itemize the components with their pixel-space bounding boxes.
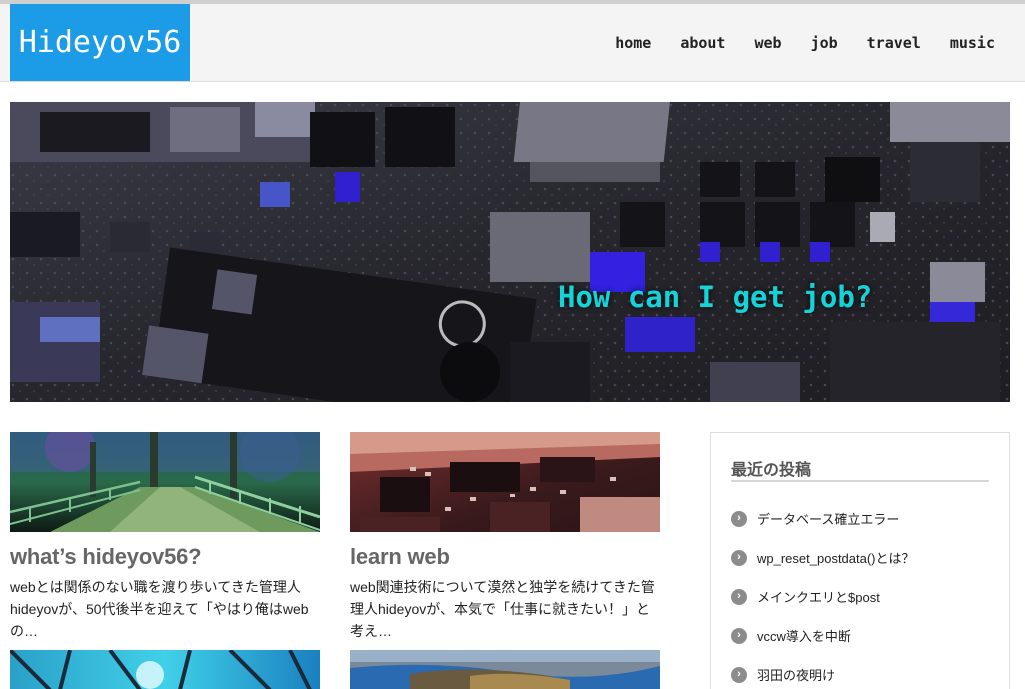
post-thumbnail[interactable] bbox=[350, 432, 660, 532]
circuit-board-image bbox=[10, 102, 1010, 402]
boardwalk-image bbox=[10, 432, 320, 532]
chevron-right-icon: › bbox=[731, 666, 747, 683]
recent-post-title[interactable]: wp_reset_postdata()とは？ bbox=[757, 548, 915, 567]
hero-caption: How can I get job? bbox=[558, 280, 873, 314]
chevron-right-icon: › bbox=[731, 588, 747, 605]
main-nav: home about web job travel music bbox=[586, 4, 995, 81]
chevron-right-icon: › bbox=[731, 510, 747, 527]
recent-post-link[interactable]: › vccw導入を中断 bbox=[731, 616, 915, 655]
post-excerpt: web関連技術について漠然と独学を続けてきた管理人hideyovが、本気で「仕事… bbox=[350, 579, 655, 639]
recent-post-title[interactable]: メインクエリと$post bbox=[757, 587, 880, 606]
recent-post-title[interactable]: vccw導入を中断 bbox=[757, 626, 851, 645]
recent-posts-list: › データベース確立エラー › wp_reset_postdata()とは？ › メイ… bbox=[731, 499, 915, 689]
post-title[interactable]: learn web bbox=[350, 544, 660, 570]
nav-item-home[interactable]: home bbox=[615, 34, 651, 52]
recent-post-link[interactable]: › メインクエリと$post bbox=[731, 577, 915, 616]
recent-post-title[interactable]: データベース確立エラー bbox=[757, 509, 899, 528]
widget-divider bbox=[731, 480, 989, 482]
chevron-right-icon: › bbox=[731, 549, 747, 566]
post-card: learn web web関連技術について漠然と独学を続けてきた管理人hidey… bbox=[350, 432, 660, 642]
circuit-board-red-image bbox=[350, 432, 660, 532]
post-excerpt: webとは関係のない職を渡り歩いてきた管理人hideyovが、50代後半を迎えて… bbox=[10, 579, 309, 639]
hero-banner[interactable]: How can I get job? bbox=[10, 102, 1010, 402]
recent-post-link[interactable]: › wp_reset_postdata()とは？ bbox=[731, 538, 915, 577]
nav-item-web[interactable]: web bbox=[754, 34, 781, 52]
chevron-right-icon: › bbox=[731, 627, 747, 644]
post-card: what’s hideyov56? webとは関係のない職を渡り歩いてきた管理人… bbox=[10, 432, 320, 642]
widget-title: 最近の投稿 bbox=[731, 462, 812, 479]
site-logo[interactable]: Hideyov56 bbox=[10, 4, 190, 81]
recent-post-link[interactable]: › 羽田の夜明け bbox=[731, 655, 915, 689]
coastline-aerial-image bbox=[350, 650, 660, 689]
site-logo-text: Hideyov56 bbox=[18, 25, 182, 60]
nav-item-about[interactable]: about bbox=[680, 34, 725, 52]
post-thumbnail[interactable] bbox=[350, 650, 660, 689]
post-thumbnail[interactable] bbox=[10, 650, 320, 689]
post-title[interactable]: what’s hideyov56? bbox=[10, 544, 320, 570]
recent-post-title[interactable]: 羽田の夜明け bbox=[757, 665, 835, 684]
trees-sky-image bbox=[10, 650, 320, 689]
site-header: Hideyov56 home about web job travel musi… bbox=[0, 4, 1025, 82]
post-thumbnail[interactable] bbox=[10, 432, 320, 532]
recent-posts-widget: 最近の投稿 › データベース確立エラー › wp_reset_postdata()と… bbox=[710, 432, 1010, 689]
nav-item-job[interactable]: job bbox=[811, 34, 838, 52]
nav-item-music[interactable]: music bbox=[950, 34, 995, 52]
recent-post-link[interactable]: › データベース確立エラー bbox=[731, 499, 915, 538]
nav-item-travel[interactable]: travel bbox=[867, 34, 921, 52]
